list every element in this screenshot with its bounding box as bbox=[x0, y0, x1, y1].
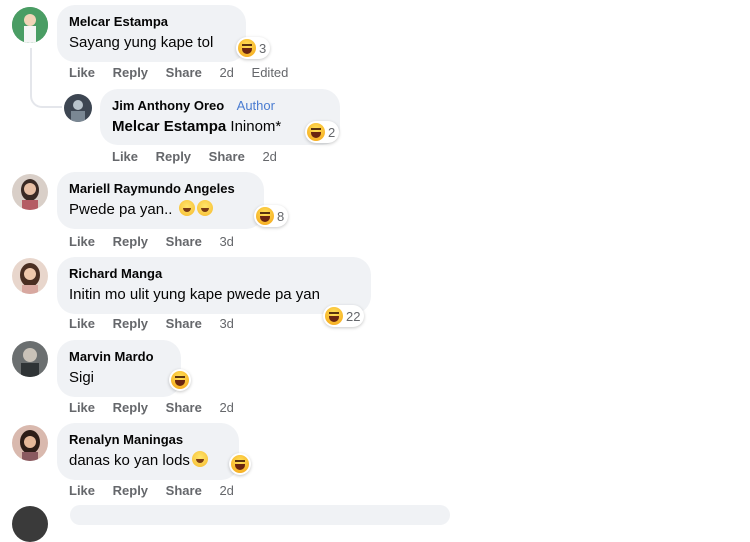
comment-actions: Like Reply Share 2d bbox=[69, 400, 248, 416]
comment-bubble: Mariell Raymundo Angeles Pwede pa yan.. bbox=[57, 172, 264, 229]
avatar-image bbox=[12, 258, 48, 294]
haha-icon bbox=[231, 455, 249, 473]
comment-time[interactable]: 2d bbox=[262, 149, 276, 164]
comment-text: Sayang yung kape tol bbox=[69, 34, 214, 51]
reaction-count[interactable] bbox=[229, 453, 251, 475]
share-button[interactable]: Share bbox=[166, 400, 202, 415]
comment-bubble: Melcar Estampa Sayang yung kape tol bbox=[57, 5, 246, 62]
comment-actions: Like Reply Share 2d bbox=[112, 149, 291, 165]
like-button[interactable]: Like bbox=[69, 65, 95, 80]
comment-author[interactable]: Melcar Estampa bbox=[69, 14, 168, 30]
reaction-count[interactable] bbox=[169, 369, 191, 391]
comment-actions: Like Reply Share 3d bbox=[69, 234, 248, 250]
reply-thread-line bbox=[30, 48, 62, 108]
reply-button[interactable]: Reply bbox=[113, 400, 148, 415]
avatar[interactable] bbox=[12, 506, 48, 542]
share-button[interactable]: Share bbox=[209, 149, 245, 164]
smile-sweat-icon bbox=[178, 200, 195, 216]
haha-icon bbox=[256, 207, 274, 225]
like-button[interactable]: Like bbox=[69, 234, 95, 249]
haha-icon bbox=[238, 39, 256, 57]
comment-actions: Like Reply Share 2d Edited bbox=[69, 65, 302, 81]
avatar-image bbox=[12, 7, 48, 43]
avatar[interactable] bbox=[12, 341, 48, 377]
comment-author[interactable]: Richard Manga bbox=[69, 266, 162, 282]
comment-text: Melcar Estampa Ininom* bbox=[112, 118, 282, 135]
reply-button[interactable]: Reply bbox=[156, 149, 191, 164]
author-badge: Author bbox=[236, 98, 275, 113]
avatar[interactable] bbox=[12, 258, 48, 294]
share-button[interactable]: Share bbox=[166, 483, 202, 498]
avatar[interactable] bbox=[12, 174, 48, 210]
like-button[interactable]: Like bbox=[69, 483, 95, 498]
share-button[interactable]: Share bbox=[166, 234, 202, 249]
reply-button[interactable]: Reply bbox=[113, 65, 148, 80]
reaction-count[interactable]: 3 bbox=[236, 37, 271, 59]
comment-time[interactable]: 2d bbox=[219, 65, 233, 80]
reaction-count[interactable]: 2 bbox=[305, 121, 340, 143]
comment-bubble: Richard Manga Initin mo ulit yung kape p… bbox=[57, 257, 371, 314]
mention-link[interactable]: Melcar Estampa bbox=[112, 118, 226, 135]
comment-text: Initin mo ulit yung kape pwede pa yan bbox=[69, 286, 320, 303]
haha-icon bbox=[171, 371, 189, 389]
avatar-image bbox=[12, 174, 48, 210]
avatar-image bbox=[64, 94, 92, 122]
edited-label: Edited bbox=[251, 65, 289, 80]
comment-time[interactable]: 2d bbox=[219, 483, 233, 498]
reply-button[interactable]: Reply bbox=[113, 316, 148, 331]
reply-button[interactable]: Reply bbox=[113, 483, 148, 498]
comment-actions: Like Reply Share 2d bbox=[69, 483, 248, 499]
comment-author[interactable]: Marvin Mardo bbox=[69, 349, 154, 365]
like-button[interactable]: Like bbox=[69, 316, 95, 331]
comment-author[interactable]: Jim Anthony Oreo bbox=[112, 98, 224, 114]
comment-time[interactable]: 3d bbox=[219, 234, 233, 249]
comment-text: Pwede pa yan.. bbox=[69, 200, 252, 220]
share-button[interactable]: Share bbox=[166, 65, 202, 80]
comment-time[interactable]: 2d bbox=[219, 400, 233, 415]
reply-button[interactable]: Reply bbox=[113, 234, 148, 249]
reaction-count[interactable]: 8 bbox=[254, 205, 289, 227]
comment-text: Sigi bbox=[69, 369, 95, 386]
smile-sweat-icon bbox=[196, 200, 213, 216]
avatar[interactable] bbox=[12, 7, 48, 43]
avatar-image bbox=[12, 425, 48, 461]
grinning-sweat-icon bbox=[191, 451, 208, 467]
share-button[interactable]: Share bbox=[166, 316, 202, 331]
like-button[interactable]: Like bbox=[69, 400, 95, 415]
avatar[interactable] bbox=[64, 94, 92, 122]
comment-bubble: Marvin Mardo Sigi bbox=[57, 340, 181, 397]
reply-bubble: Jim Anthony Oreo Author Melcar Estampa I… bbox=[100, 89, 340, 145]
comment-author[interactable]: Renalyn Maningas bbox=[69, 432, 183, 448]
comment-text: danas ko yan lods bbox=[69, 451, 227, 471]
comment-time[interactable]: 3d bbox=[219, 316, 233, 331]
comment-actions: Like Reply Share 3d bbox=[69, 316, 248, 332]
haha-icon bbox=[307, 123, 325, 141]
like-button[interactable]: Like bbox=[112, 149, 138, 164]
comment-bubble bbox=[70, 505, 450, 525]
comment-bubble: Renalyn Maningas danas ko yan lods bbox=[57, 423, 239, 480]
avatar-image bbox=[12, 341, 48, 377]
reaction-count[interactable]: 22 bbox=[323, 305, 365, 327]
haha-icon bbox=[325, 307, 343, 325]
avatar[interactable] bbox=[12, 425, 48, 461]
comment-author[interactable]: Mariell Raymundo Angeles bbox=[69, 181, 235, 197]
